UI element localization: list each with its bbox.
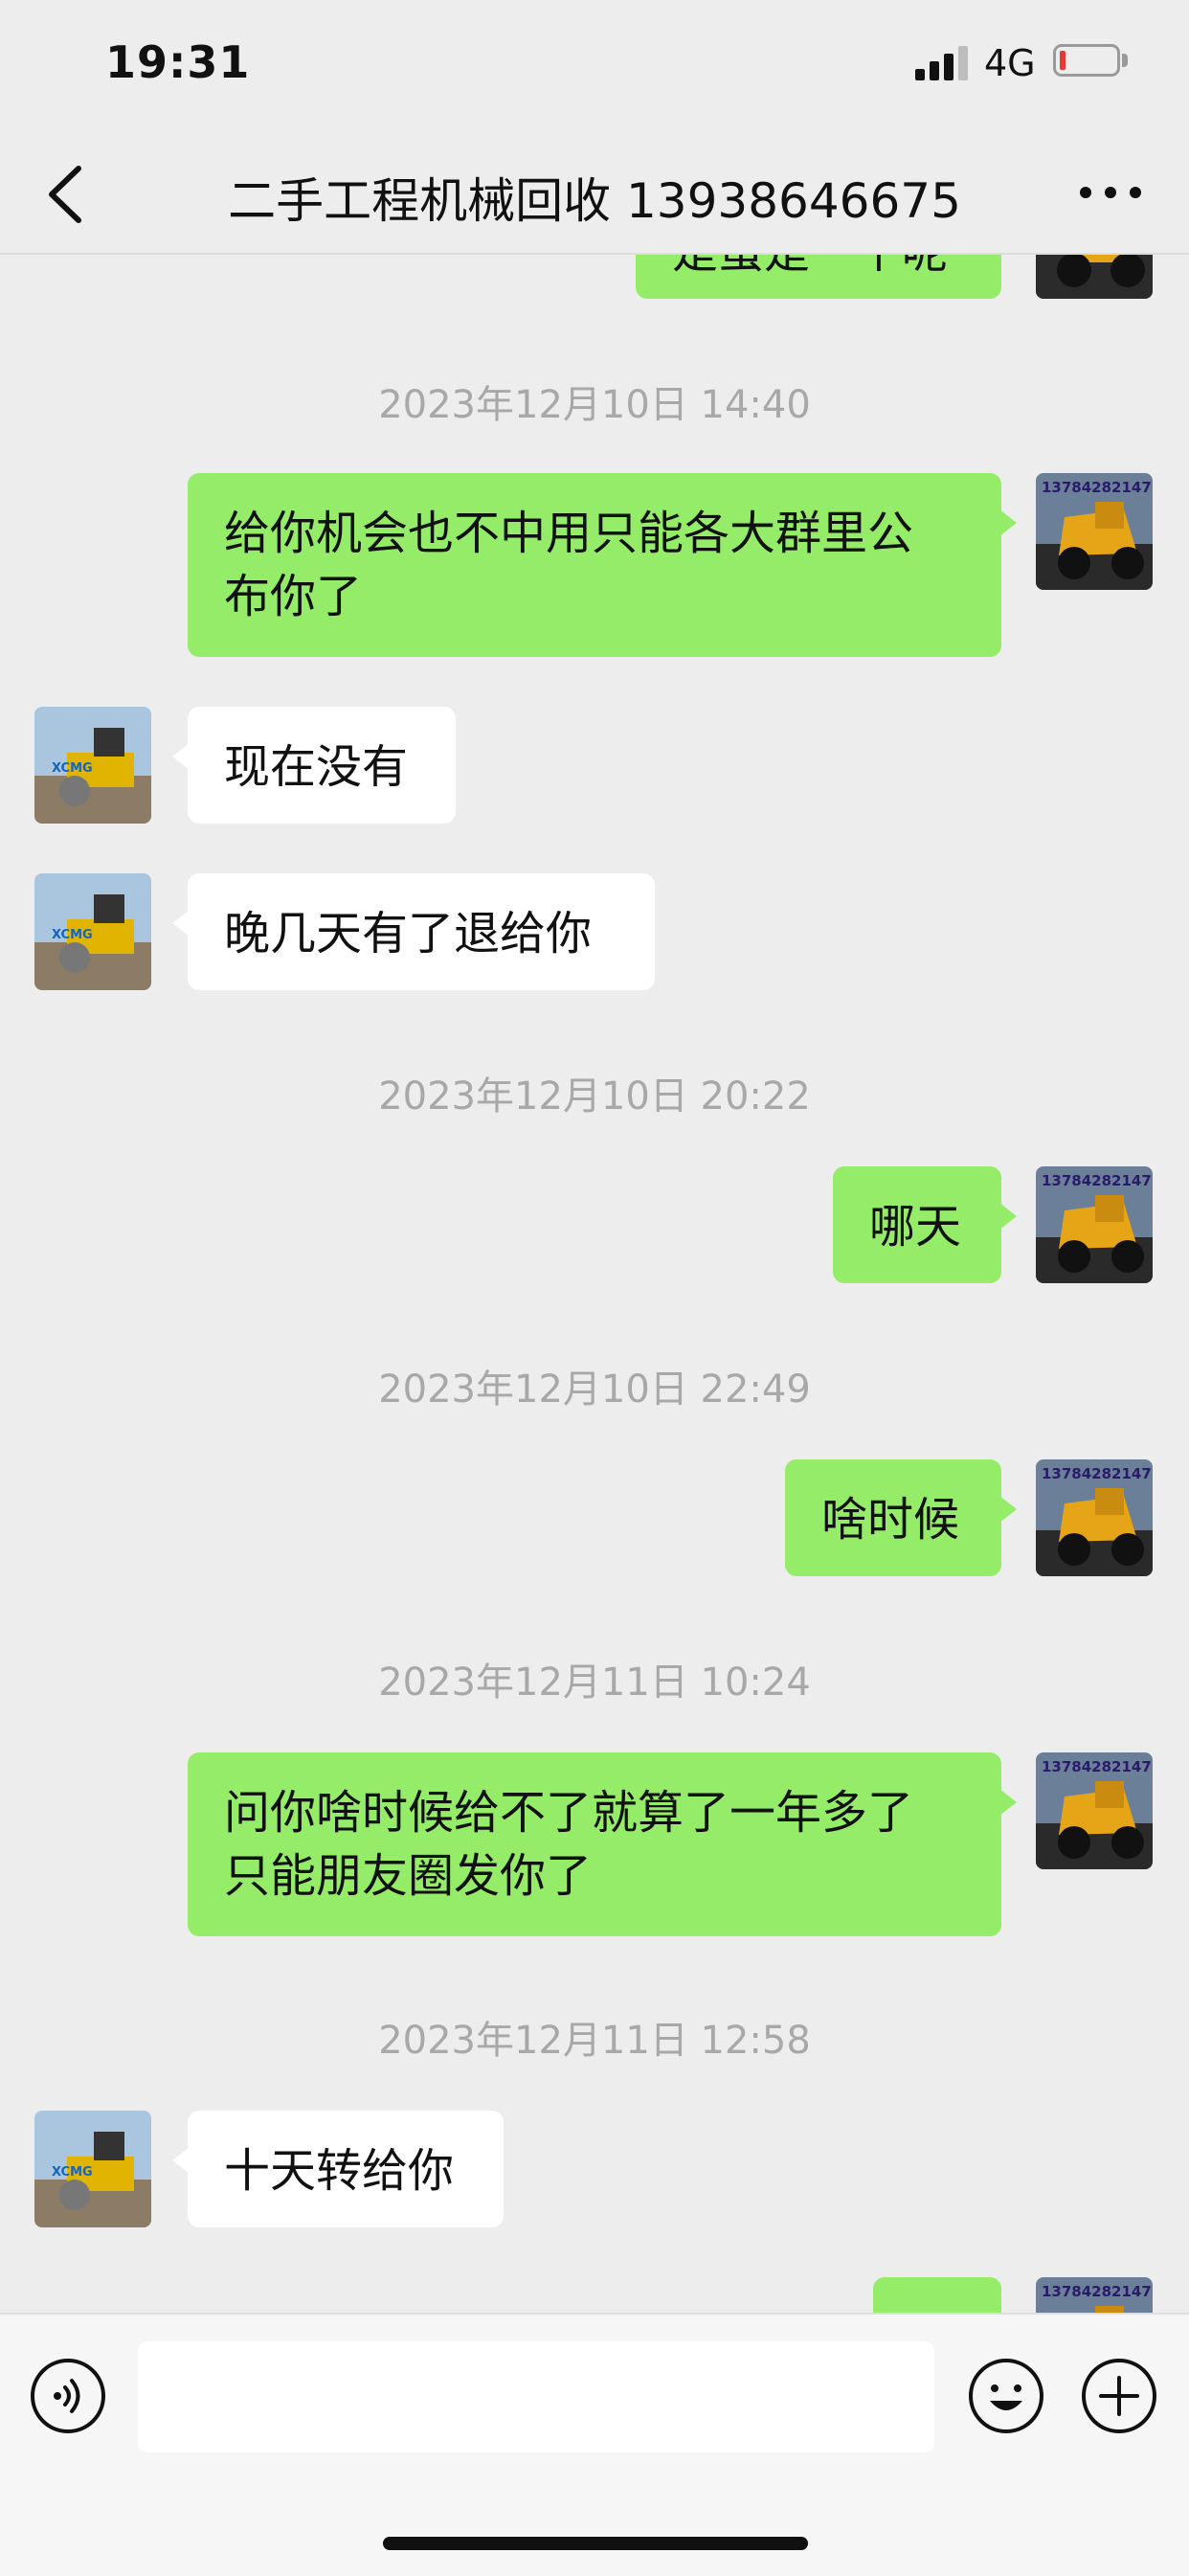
svg-text:13784282147: 13784282147 [1042, 1758, 1152, 1775]
timestamp: 2023年12月11日 10:24 [378, 1661, 811, 1705]
svg-text:13784282147: 13784282147 [1042, 1172, 1152, 1189]
svg-text:13784282147: 13784282147 [1042, 2283, 1152, 2300]
self-avatar[interactable]: 13784282147 [1036, 1752, 1153, 1869]
self-avatar[interactable]: 13784282147 [1036, 1166, 1153, 1283]
contact-avatar[interactable]: XCMG [34, 873, 151, 990]
plus-icon[interactable] [1080, 2357, 1158, 2435]
status-time: 19:31 [105, 36, 251, 88]
message-bubble-sent[interactable]: 给你机会也不中用只能各大群里公 布你了 [188, 473, 1017, 657]
battery-cap [1122, 54, 1128, 67]
timestamp: 2023年12月10日 20:22 [378, 1074, 811, 1119]
voice-icon[interactable] [29, 2357, 107, 2435]
message-text-line: 给你机会也不中用只能各大群里公 [224, 507, 914, 560]
timestamp: 2023年12月10日 22:49 [378, 1367, 811, 1412]
self-avatar[interactable]: 13784282147 [1036, 473, 1153, 590]
chat-input-bar [0, 2313, 1189, 2576]
chat-header: 二手工程机械回收 13938646675 [0, 134, 1189, 255]
message-bubble-sent[interactable]: 哪天 [833, 1166, 1017, 1283]
message-text: 哪天 [869, 1200, 962, 1254]
battery-icon [1053, 44, 1120, 77]
message-text-line: 布你了 [224, 570, 363, 623]
chat-message-list[interactable]: 是蛮是一个呢 2023年12月10日 14:40 给你机会也不中用只能各大群里公… [0, 0, 1189, 2313]
message-text: 十天转给你 [224, 2144, 455, 2198]
contact-avatar[interactable]: XCMG [34, 2111, 151, 2227]
message-bubble-received[interactable]: 晚几天有了退给你 [172, 873, 655, 990]
message-bubble-sent[interactable]: 好 [873, 2277, 1001, 2313]
message-bubble-received[interactable]: 现在没有 [172, 707, 456, 824]
message-bubble-sent[interactable]: 问你啥时候给不了就算了一年多了 只能朋友圈发你了 [188, 1752, 1017, 1936]
message-text-line: 问你啥时候给不了就算了一年多了 [224, 1786, 914, 1840]
message-text: 啥时候 [821, 1493, 960, 1547]
svg-text:XCMG: XCMG [52, 928, 93, 942]
chat-title: 二手工程机械回收 13938646675 [228, 173, 961, 229]
status-bar: 19:31 4G [0, 0, 1189, 134]
message-bubble-sent[interactable]: 啥时候 [785, 1459, 1017, 1576]
network-type-label: 4G [984, 42, 1036, 84]
svg-text:XCMG: XCMG [52, 2165, 93, 2180]
self-avatar[interactable]: 13784282147 [1036, 1459, 1153, 1576]
self-avatar[interactable]: 13784282147 [1036, 2277, 1153, 2313]
message-text: 现在没有 [224, 740, 409, 794]
timestamp: 2023年12月10日 14:40 [378, 383, 811, 427]
home-indicator[interactable] [383, 2537, 808, 2550]
message-input[interactable] [138, 2341, 934, 2452]
message-text-line: 只能朋友圈发你了 [224, 1849, 593, 1903]
svg-text:13784282147: 13784282147 [1042, 1465, 1152, 1482]
emoji-icon[interactable] [967, 2357, 1045, 2435]
contact-avatar[interactable]: XCMG [34, 707, 151, 824]
svg-text:13784282147: 13784282147 [1042, 479, 1152, 496]
chevron-left-icon[interactable] [38, 161, 96, 228]
message-bubble-received[interactable]: 十天转给你 [172, 2111, 504, 2227]
timestamp: 2023年12月11日 12:58 [378, 2019, 811, 2063]
svg-text:XCMG: XCMG [52, 761, 93, 776]
message-text: 晚几天有了退给你 [224, 907, 593, 960]
signal-strength-icon [915, 46, 968, 80]
more-dots-icon[interactable] [1072, 169, 1149, 216]
